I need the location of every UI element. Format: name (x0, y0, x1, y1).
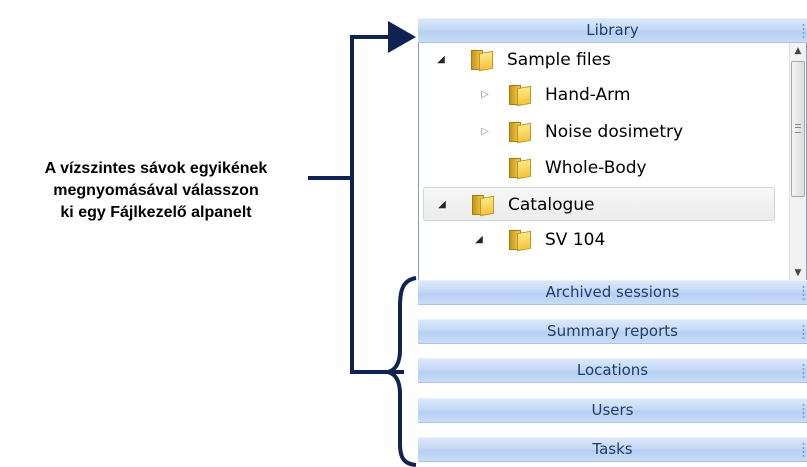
tree-item-label: Sample files (507, 50, 611, 70)
library-bar[interactable]: Library (418, 18, 807, 43)
annotation-brace (387, 276, 417, 467)
annotation-text: A vízszintes sávok egyikének megnyomásáv… (10, 158, 302, 224)
collapsed-triangle-icon[interactable]: ▷ (479, 78, 491, 112)
expanded-triangle-icon[interactable]: ◢ (436, 188, 448, 222)
tree-item-whole-body[interactable]: Whole-Body (433, 151, 773, 185)
folder-icon (509, 85, 531, 107)
file-manager-panel: Library ◢ Sample files ▷ Hand-Arm ▷ Nois… (418, 16, 807, 467)
annotation-line-2: megnyomásával válasszon (53, 182, 259, 199)
collapsed-triangle-icon[interactable]: ▷ (479, 115, 491, 149)
bar-label: Summary reports (547, 322, 678, 340)
annotation-line-1: A vízszintes sávok egyikének (44, 160, 268, 177)
tree-item-label: Catalogue (508, 195, 595, 215)
tree-item-label: Hand-Arm (545, 85, 631, 105)
folder-icon (509, 122, 531, 144)
scroll-thumb[interactable] (791, 61, 805, 197)
grip-icon (802, 363, 805, 379)
tree-item-sv104[interactable]: ◢ SV 104 (433, 223, 773, 257)
library-tree: ◢ Sample files ▷ Hand-Arm ▷ Noise dosime… (418, 43, 807, 284)
expanded-triangle-icon[interactable]: ◢ (473, 223, 485, 257)
scroll-up-icon[interactable]: ▲ (790, 43, 806, 60)
folder-icon (472, 195, 494, 217)
bar-label: Tasks (592, 440, 633, 458)
bar-label: Locations (576, 361, 649, 379)
bar-label: Archived sessions (545, 283, 680, 301)
bar-label: Users (591, 401, 634, 419)
archived-sessions-bar[interactable]: Archived sessions (418, 280, 807, 305)
tree-item-sample-files[interactable]: ◢ Sample files (433, 43, 773, 77)
grip-icon (802, 403, 805, 419)
tasks-bar[interactable]: Tasks (418, 437, 807, 462)
tree-item-catalogue[interactable]: ◢ Catalogue (423, 187, 775, 221)
tree-item-label: Noise dosimetry (545, 122, 684, 142)
annotation-connector-line (350, 35, 410, 374)
grip-icon (802, 23, 805, 39)
vertical-scrollbar[interactable]: ▲ ▼ (789, 43, 806, 283)
tree-item-hand-arm[interactable]: ▷ Hand-Arm (433, 78, 773, 112)
grip-icon (802, 324, 805, 340)
expanded-triangle-icon[interactable]: ◢ (435, 43, 447, 77)
users-bar[interactable]: Users (418, 398, 807, 423)
annotation-line-3: ki egy Fájlkezelő alpanelt (60, 204, 252, 221)
locations-bar[interactable]: Locations (418, 358, 807, 383)
grip-icon (802, 285, 805, 301)
tree-item-noise-dosimetry[interactable]: ▷ Noise dosimetry (433, 115, 773, 149)
summary-reports-bar[interactable]: Summary reports (418, 319, 807, 344)
library-bar-label: Library (586, 21, 639, 39)
grip-icon (802, 442, 805, 458)
folder-icon (471, 50, 493, 72)
folder-icon (509, 230, 531, 252)
tree-item-label: SV 104 (545, 230, 606, 250)
folder-icon (509, 158, 531, 180)
tree-item-label: Whole-Body (545, 158, 647, 178)
